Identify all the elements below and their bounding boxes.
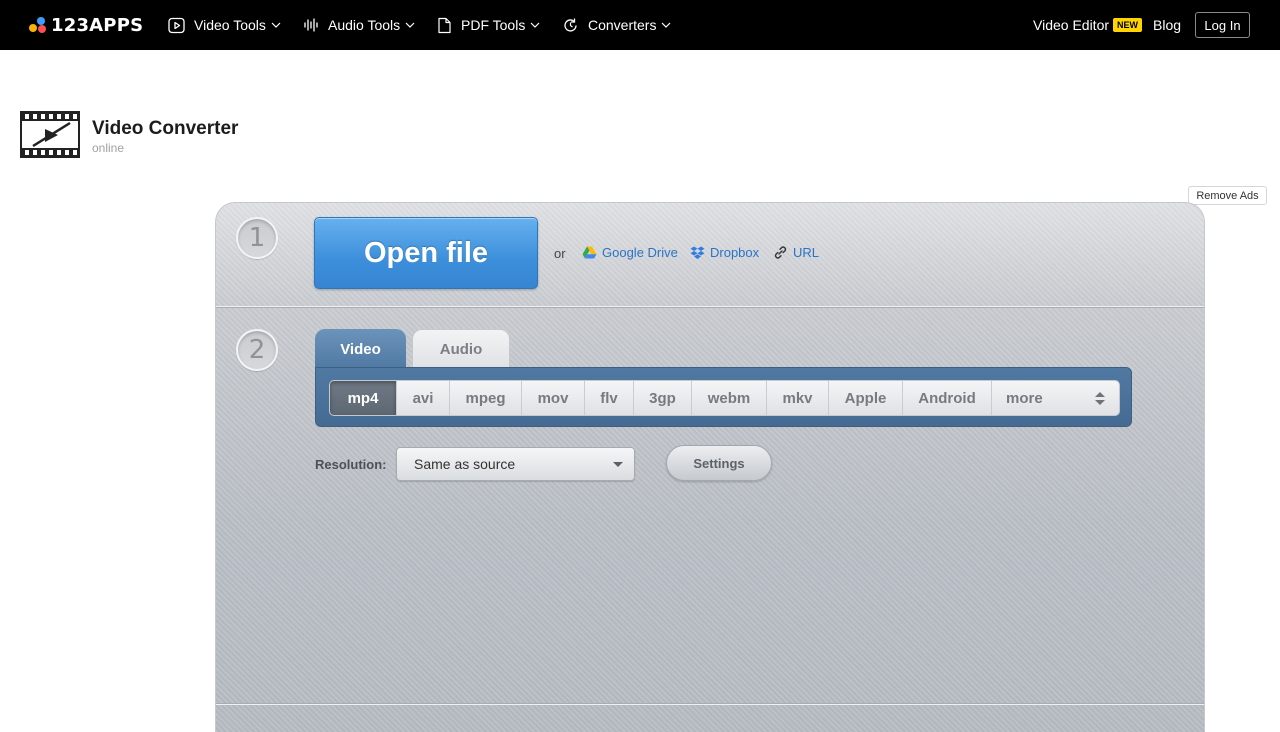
format-mov[interactable]: mov — [522, 381, 585, 415]
url-label: URL — [793, 245, 820, 260]
dropbox-label: Dropbox — [710, 245, 760, 260]
google-drive-icon — [582, 246, 597, 259]
section-divider — [216, 704, 1204, 705]
resolution-select[interactable]: Same as source — [396, 447, 635, 481]
format-avi[interactable]: avi — [397, 381, 450, 415]
format-flv[interactable]: flv — [585, 381, 634, 415]
page-title: Video Converter — [92, 118, 239, 139]
resolution-label: Resolution: — [315, 457, 387, 472]
format-list: mp4 avi mpeg mov flv 3gp webm mkv Apple … — [329, 380, 1120, 416]
format-apple[interactable]: Apple — [829, 381, 903, 415]
step-2-number: 2 — [236, 329, 278, 371]
format-webm[interactable]: webm — [692, 381, 767, 415]
format-mkv[interactable]: mkv — [767, 381, 829, 415]
logo-text: 123APPS — [51, 14, 144, 36]
link-icon — [774, 246, 787, 259]
open-file-button[interactable]: Open file — [314, 217, 538, 289]
google-drive-label: Google Drive — [602, 245, 678, 260]
format-more-label: more — [1006, 389, 1043, 407]
video-editor-label: Video Editor — [1033, 17, 1110, 33]
sort-arrows-icon — [1095, 391, 1105, 405]
logo-dots-icon — [29, 15, 49, 35]
format-more-dropdown[interactable]: more — [992, 381, 1119, 415]
video-converter-icon — [20, 111, 80, 158]
tab-video[interactable]: Video — [315, 329, 406, 369]
format-bar: mp4 avi mpeg mov flv 3gp webm mkv Apple … — [315, 367, 1132, 427]
chevron-down-icon — [662, 22, 671, 28]
caret-down-icon — [613, 462, 623, 467]
login-button[interactable]: Log In — [1195, 12, 1250, 38]
menu-pdf-tools[interactable]: PDF Tools — [437, 0, 540, 50]
chevron-down-icon — [271, 22, 281, 28]
blog-link[interactable]: Blog — [1153, 0, 1181, 50]
google-drive-link[interactable]: Google Drive — [582, 245, 678, 260]
chevron-down-icon — [530, 22, 540, 28]
document-icon — [438, 17, 451, 33]
new-badge: NEW — [1113, 18, 1143, 32]
format-mp4[interactable]: mp4 — [330, 381, 397, 415]
menu-video-tools-label: Video Tools — [194, 17, 266, 33]
menu-audio-tools[interactable]: Audio Tools — [303, 0, 415, 50]
chevron-down-icon — [405, 22, 415, 28]
format-android[interactable]: Android — [903, 381, 992, 415]
menu-pdf-tools-label: PDF Tools — [461, 17, 526, 33]
menu-audio-tools-label: Audio Tools — [328, 17, 401, 33]
logo[interactable]: 123APPS — [29, 14, 144, 36]
step-1-number: 1 — [236, 217, 278, 259]
converter-panel: 1 Open file or Google Drive Dropbox URL … — [215, 202, 1205, 732]
step-1-section: 1 Open file or Google Drive Dropbox URL — [216, 203, 1204, 307]
refresh-icon — [564, 18, 577, 32]
top-navigation: 123APPS Video Tools Audio Tools PDF Tool… — [0, 0, 1280, 50]
format-3gp[interactable]: 3gp — [634, 381, 692, 415]
url-link[interactable]: URL — [773, 245, 819, 260]
dropbox-icon — [690, 246, 705, 259]
tab-audio[interactable]: Audio — [412, 329, 510, 369]
format-mpeg[interactable]: mpeg — [450, 381, 522, 415]
resolution-value: Same as source — [414, 456, 516, 472]
or-label: or — [554, 246, 566, 261]
menu-converters-label: Converters — [588, 17, 657, 33]
dropbox-link[interactable]: Dropbox — [690, 245, 759, 260]
page-subtitle: online — [92, 141, 125, 155]
menu-converters[interactable]: Converters — [562, 0, 671, 50]
play-circle-icon — [168, 17, 185, 33]
menu-video-tools[interactable]: Video Tools — [168, 0, 281, 50]
waveform-icon — [304, 18, 318, 32]
video-editor-link[interactable]: Video Editor NEW — [1033, 0, 1143, 50]
settings-button[interactable]: Settings — [666, 445, 772, 481]
